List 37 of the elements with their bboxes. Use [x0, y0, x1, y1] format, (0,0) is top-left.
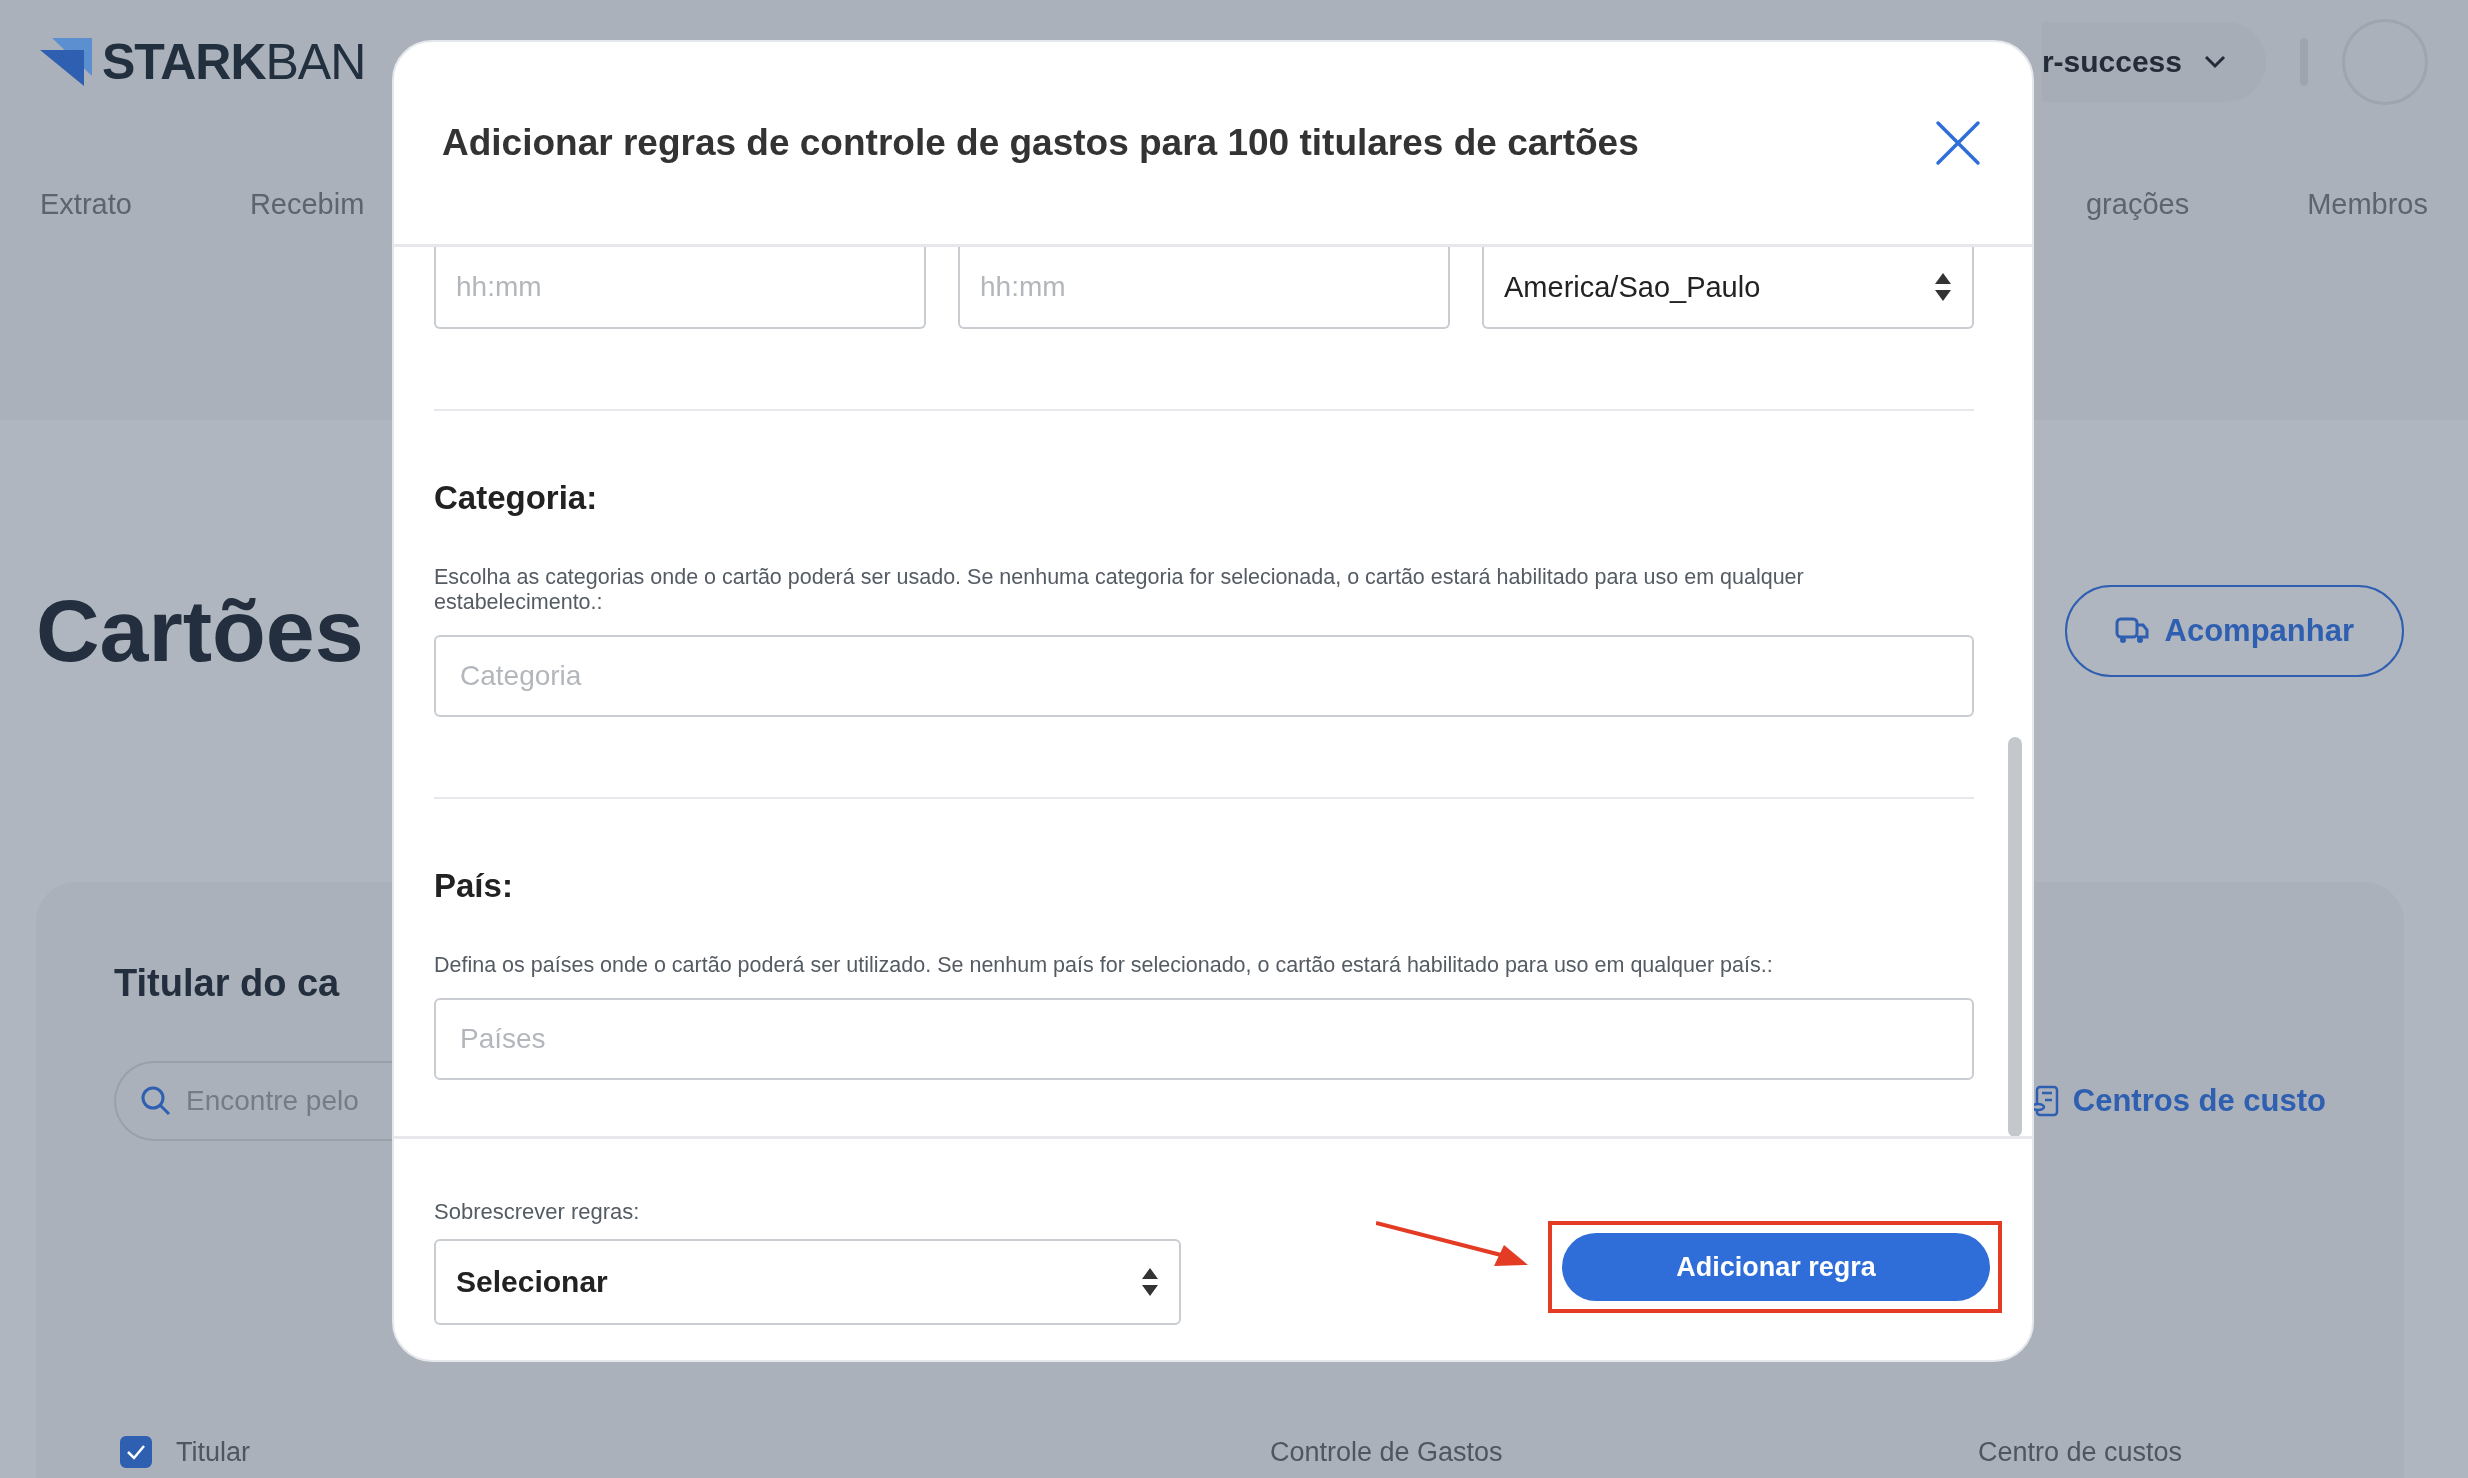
- logo-icon: [40, 38, 92, 86]
- multi-select-field[interactable]: Categoria: [434, 635, 1974, 717]
- column-header: Titular: [176, 1436, 250, 1468]
- check-icon: [126, 1444, 146, 1460]
- card-title: Titular do ca: [114, 962, 340, 1005]
- scrollbar-thumb[interactable]: [2008, 737, 2022, 1136]
- close-button[interactable]: [1934, 119, 1982, 167]
- time-field[interactable]: hh:mm: [434, 247, 926, 329]
- sort-arrows-icon: [1141, 1266, 1159, 1298]
- close-icon: [1934, 119, 1982, 167]
- nav-tab[interactable]: Recebim: [249, 188, 365, 221]
- section-description: Escolha as categorias onde o cartão poderá ser usado. Se nenhuma categoria for selecionada, o cartão estará habilitado para uso em qualquer estabelecimento.:: [434, 565, 1805, 615]
- page-title: Cartões: [36, 580, 364, 682]
- workspace-selector[interactable]: r-success: [2041, 22, 2266, 102]
- time-field[interactable]: hh:mm: [958, 247, 1450, 329]
- section-label: Categoria:: [434, 479, 599, 517]
- add-rule-button[interactable]: Adicionar regra: [1562, 1233, 1990, 1301]
- modal-title: Adicionar regras de controle de gastos para 100 titulares de cartões: [442, 122, 1639, 164]
- section-label: País:: [434, 867, 514, 905]
- search-icon: [140, 1085, 172, 1117]
- overwrite-select[interactable]: Selecionar: [434, 1239, 1181, 1325]
- chevron-down-icon: [2204, 55, 2226, 69]
- nav-tab[interactable]: grações: [2085, 188, 2190, 221]
- logo-text: STARKBAN: [102, 33, 366, 91]
- cost-centers-link[interactable]: Centros de custo: [2030, 1083, 2326, 1119]
- select-all-checkbox[interactable]: [120, 1436, 152, 1468]
- field-label: Sobrescrever regras:: [434, 1199, 641, 1225]
- nav-tab[interactable]: Extrato: [40, 188, 132, 221]
- nav-tab[interactable]: Membros: [2307, 188, 2428, 221]
- column-header: Controle de Gastos: [1270, 1436, 1503, 1468]
- track-button[interactable]: Acompanhar: [2064, 585, 2404, 677]
- section-description: Defina os países onde o cartão poderá ser utilizado. Se nenhum país for selecionado, o cartão estará habilitado para uso em qualquer país.:: [434, 953, 1774, 978]
- column-header: Centro de custos: [1978, 1436, 2183, 1468]
- multi-select-field[interactable]: Países: [434, 998, 1974, 1080]
- timezone-select[interactable]: America/Sao_Paulo: [1482, 247, 1974, 329]
- truck-icon: [2114, 617, 2149, 645]
- sort-arrows-icon: [1934, 271, 1952, 303]
